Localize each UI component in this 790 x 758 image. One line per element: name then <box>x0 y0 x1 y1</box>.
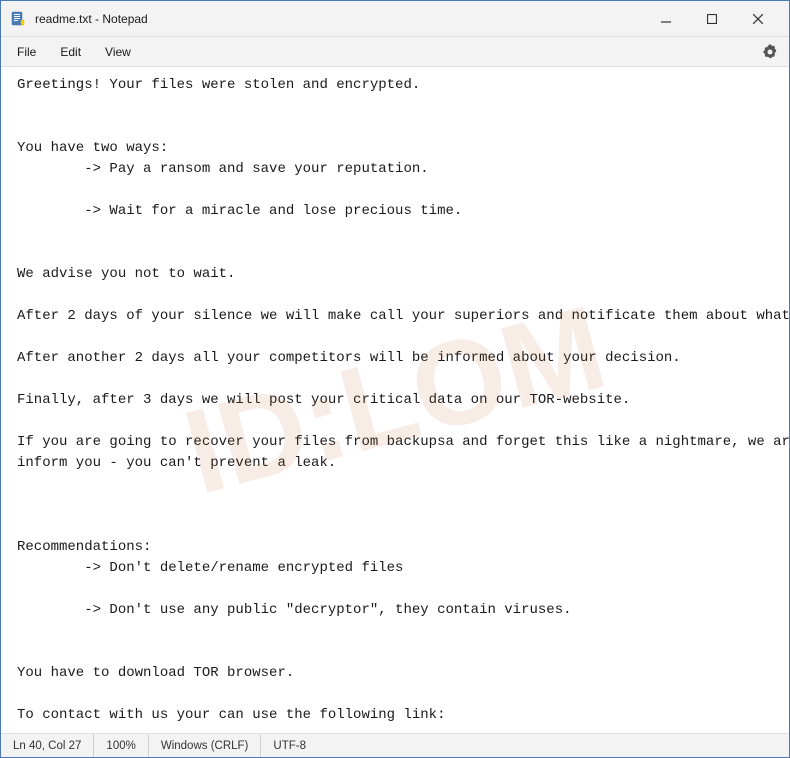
encoding: UTF-8 <box>261 734 318 757</box>
notepad-window: readme.txt - Notepad File Edit View <box>0 0 790 758</box>
close-button[interactable] <box>735 3 781 35</box>
cursor-position: Ln 40, Col 27 <box>9 734 94 757</box>
settings-icon[interactable] <box>755 37 785 67</box>
view-menu[interactable]: View <box>93 41 143 63</box>
menu-items: File Edit View <box>5 41 143 63</box>
zoom-level: 100% <box>94 734 148 757</box>
text-content[interactable]: Greetings! Your files were stolen and en… <box>1 67 789 733</box>
title-bar: readme.txt - Notepad <box>1 1 789 37</box>
line-ending: Windows (CRLF) <box>149 734 262 757</box>
text-area-container[interactable]: ID:LOM Greetings! Your files were stolen… <box>1 67 789 733</box>
window-controls <box>643 3 781 35</box>
app-icon <box>9 10 27 28</box>
minimize-button[interactable] <box>643 3 689 35</box>
file-menu[interactable]: File <box>5 41 48 63</box>
window-title: readme.txt - Notepad <box>35 12 643 26</box>
maximize-button[interactable] <box>689 3 735 35</box>
status-bar: Ln 40, Col 27 100% Windows (CRLF) UTF-8 <box>1 733 789 757</box>
menu-bar: File Edit View <box>1 37 789 67</box>
edit-menu[interactable]: Edit <box>48 41 93 63</box>
